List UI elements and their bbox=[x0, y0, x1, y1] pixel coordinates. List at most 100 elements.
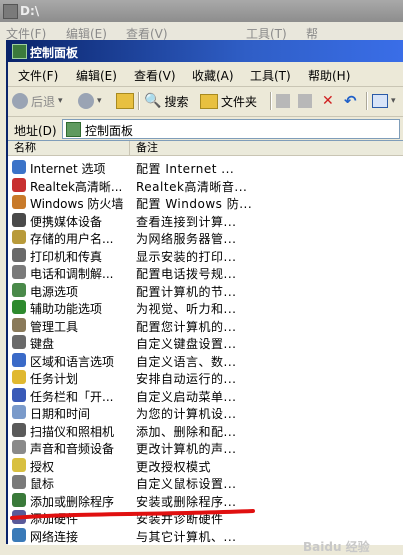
item-name: 电源选项 bbox=[30, 284, 79, 299]
item-comment: 配置计算机的节... bbox=[136, 284, 237, 299]
list-item[interactable]: Realtek高清晰... Realtek高清晰音... bbox=[8, 177, 403, 194]
firewall-icon bbox=[12, 195, 26, 209]
drive-icon bbox=[3, 4, 18, 19]
search-label: 搜索 bbox=[164, 94, 189, 109]
item-comment: 查看连接到计算... bbox=[136, 214, 237, 229]
list-header: 名称 备注 bbox=[8, 141, 403, 156]
menubar: 文件(F) 编辑(E) 查看(V) 收藏(A) 工具(T) 帮助(H) bbox=[8, 64, 403, 87]
item-comment: 自定义鼠标设置... bbox=[136, 477, 237, 491]
item-comment: 添加、删除和配... bbox=[136, 424, 237, 439]
speaker-icon bbox=[12, 177, 26, 192]
key-icon bbox=[12, 230, 26, 244]
list-item[interactable]: 日期和时间 为您的计算机设... bbox=[8, 404, 403, 421]
address-bar: 地址(D) 控制面板 bbox=[8, 118, 403, 140]
item-comment: 更改授权模式 bbox=[136, 459, 212, 474]
search-icon: 🔍 bbox=[144, 93, 162, 109]
control-panel-icon bbox=[12, 44, 27, 59]
folders-icon bbox=[200, 93, 218, 109]
watermark: Baidu 经验 bbox=[303, 540, 370, 554]
address-input[interactable]: 控制面板 bbox=[62, 119, 400, 139]
item-name: 扫描仪和照相机 bbox=[30, 424, 115, 439]
scanner-icon bbox=[12, 422, 26, 437]
list-item[interactable]: Internet 选项 配置 Internet ... bbox=[8, 159, 403, 176]
background-window-title: D:\ bbox=[20, 4, 40, 18]
item-name: Windows 防火墙 bbox=[30, 197, 124, 211]
chevron-down-icon: ▾ bbox=[58, 96, 63, 106]
up-folder-icon bbox=[116, 93, 134, 109]
control-panel-icon bbox=[66, 122, 81, 137]
item-comment: 为视觉、听力和... bbox=[136, 302, 237, 316]
back-button[interactable]: 后退 ▾ bbox=[12, 91, 63, 111]
list-item[interactable]: 鼠标 自定义鼠标设置... bbox=[8, 474, 403, 491]
list-item[interactable]: 打印机和传真 显示安装的打印... bbox=[8, 247, 403, 264]
item-name: 日期和时间 bbox=[30, 407, 91, 421]
forward-arrow-icon bbox=[78, 93, 94, 109]
views-icon bbox=[372, 94, 388, 108]
menu-help[interactable]: 帮助(H) bbox=[306, 67, 352, 84]
toolbar-separator bbox=[366, 92, 368, 110]
list-item[interactable]: 键盘 自定义键盘设置... bbox=[8, 334, 403, 351]
background-window-titlebar[interactable]: D:\ bbox=[0, 0, 403, 22]
list-item[interactable]: 任务栏和「开... 自定义启动菜单... bbox=[8, 387, 403, 404]
list-item[interactable]: 电话和调制解... 配置电话拨号规... bbox=[8, 264, 403, 281]
item-comment: Realtek高清晰音... bbox=[136, 179, 248, 194]
window-titlebar[interactable]: 控制面板 bbox=[8, 40, 403, 62]
admin-tools-icon bbox=[12, 317, 26, 332]
item-name: Realtek高清晰... bbox=[30, 179, 123, 194]
item-comment: 配置电话拨号规... bbox=[136, 267, 237, 281]
item-comment: 为网络服务器管... bbox=[136, 232, 237, 246]
list-item[interactable]: 管理工具 配置您计算机的... bbox=[8, 317, 403, 334]
list-item[interactable]: 便携媒体设备 查看连接到计算... bbox=[8, 212, 403, 229]
undo-icon: ↶ bbox=[344, 92, 357, 110]
globe-icon bbox=[12, 160, 26, 174]
move-to-button[interactable] bbox=[276, 91, 290, 111]
red-marker-stroke bbox=[10, 509, 255, 520]
list-item[interactable]: 辅助功能选项 为视觉、听力和... bbox=[8, 299, 403, 316]
list-item[interactable]: 区域和语言选项 自定义语言、数... bbox=[8, 352, 403, 369]
list-item[interactable]: 授权 更改授权模式 bbox=[8, 457, 403, 474]
back-label: 后退 bbox=[31, 94, 56, 109]
copy-to-button[interactable] bbox=[298, 91, 312, 111]
views-button[interactable]: ▾ bbox=[372, 91, 396, 111]
search-button[interactable]: 🔍 搜索 bbox=[144, 91, 188, 111]
item-list: 名称 备注 Internet 选项 配置 Internet ... Realtek高… bbox=[8, 140, 403, 545]
menu-file[interactable]: 文件(F) bbox=[16, 67, 60, 84]
undo-button[interactable]: ↶ bbox=[344, 91, 357, 111]
list-item[interactable]: 扫描仪和照相机 添加、删除和配... bbox=[8, 422, 403, 439]
toolbar: 后退 ▾ ▾ 🔍 搜索 文件夹 ✕ ↶ ▾ bbox=[8, 88, 403, 117]
item-name: 存储的用户名... bbox=[30, 232, 114, 246]
red-marker-annotation bbox=[10, 509, 255, 520]
control-panel-window: 控制面板 文件(F) 编辑(E) 查看(V) 收藏(A) 工具(T) 帮助(H)… bbox=[6, 40, 403, 554]
item-comment: 自定义语言、数... bbox=[136, 354, 237, 369]
item-name: 声音和音频设备 bbox=[30, 442, 115, 456]
menu-edit[interactable]: 编辑(E) bbox=[74, 67, 119, 84]
list-item[interactable]: Windows 防火墙 配置 Windows 防... bbox=[8, 194, 403, 211]
forward-button[interactable]: ▾ bbox=[78, 91, 102, 111]
folders-button[interactable]: 文件夹 bbox=[200, 91, 257, 111]
up-folder-button[interactable] bbox=[116, 91, 134, 111]
license-icon bbox=[12, 457, 26, 472]
item-comment: 更改计算机的声... bbox=[136, 442, 237, 456]
copy-to-icon bbox=[298, 94, 312, 108]
item-name: 电话和调制解... bbox=[30, 267, 114, 281]
keyboard-icon bbox=[12, 335, 26, 349]
folders-label: 文件夹 bbox=[221, 94, 258, 109]
item-name: 便携媒体设备 bbox=[30, 214, 103, 229]
list-item[interactable]: 声音和音频设备 更改计算机的声... bbox=[8, 439, 403, 456]
sound-icon bbox=[12, 440, 26, 454]
delete-button[interactable]: ✕ bbox=[322, 91, 334, 111]
menu-view[interactable]: 查看(V) bbox=[132, 67, 178, 84]
column-header-name[interactable]: 名称 bbox=[8, 141, 130, 155]
item-name: 鼠标 bbox=[30, 477, 55, 491]
item-comment: 显示安装的打印... bbox=[136, 249, 237, 264]
list-item[interactable]: 电源选项 配置计算机的节... bbox=[8, 282, 403, 299]
menu-tools[interactable]: 工具(T) bbox=[248, 67, 293, 84]
menu-favorites[interactable]: 收藏(A) bbox=[190, 67, 236, 84]
region-icon bbox=[12, 352, 26, 367]
phone-icon bbox=[12, 265, 26, 279]
list-item[interactable]: 存储的用户名... 为网络服务器管... bbox=[8, 229, 403, 246]
item-comment: 自定义启动菜单... bbox=[136, 389, 237, 404]
column-header-comment[interactable]: 备注 bbox=[130, 141, 403, 155]
list-item[interactable]: 任务计划 安排自动运行的... bbox=[8, 369, 403, 386]
clock-icon bbox=[12, 405, 26, 419]
